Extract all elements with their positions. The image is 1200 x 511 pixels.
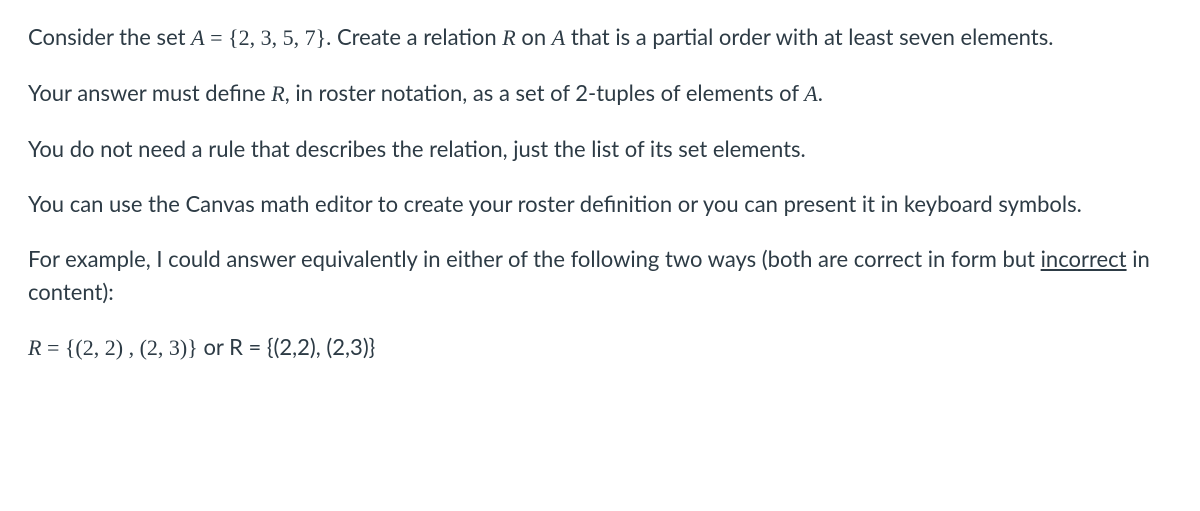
- text: .: [818, 79, 823, 106]
- math-R: R: [28, 335, 41, 360]
- text: Consider the set: [28, 23, 191, 50]
- math-R: R: [271, 81, 284, 106]
- text: that is a partial order with at least se…: [565, 23, 1053, 50]
- math-A: A: [552, 25, 565, 50]
- text-or: or: [198, 333, 229, 360]
- paragraph-example-intro: For example, I could answer equivalently…: [28, 242, 1172, 308]
- paragraph-define-R: Your answer must define R, in roster not…: [28, 76, 1172, 110]
- plain-set-example: R = {(2,2), (2,3)}: [229, 333, 375, 360]
- text: on: [516, 23, 552, 50]
- paragraph-example-answer: R = {(2, 2) , (2, 3)} or R = {(2,2), (2,…: [28, 330, 1172, 364]
- math-A: A: [804, 81, 817, 106]
- math-set-roster: {2, 3, 5, 7}: [228, 25, 326, 50]
- math-equals: =: [205, 25, 228, 50]
- text-underlined: incorrect: [1041, 245, 1127, 272]
- text: . Create a relation: [326, 23, 502, 50]
- math-A: A: [191, 25, 204, 50]
- math-equals: =: [41, 335, 64, 360]
- text: , in roster notation, as a set of 2-tupl…: [285, 79, 805, 106]
- math-set-example: {(2, 2) , (2, 3)}: [65, 335, 198, 360]
- text: Your answer must define: [28, 79, 271, 106]
- paragraph-canvas-editor: You can use the Canvas math editor to cr…: [28, 187, 1172, 220]
- text: For example, I could answer equivalently…: [28, 245, 1041, 272]
- paragraph-set-definition: Consider the set A = {2, 3, 5, 7}. Creat…: [28, 20, 1172, 54]
- paragraph-no-rule: You do not need a rule that describes th…: [28, 132, 1172, 165]
- math-R: R: [502, 25, 515, 50]
